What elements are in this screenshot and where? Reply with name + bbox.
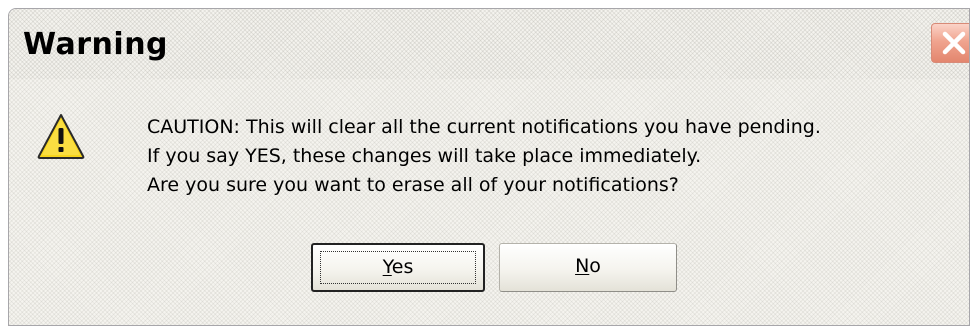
yes-mnemonic: Y bbox=[382, 256, 392, 278]
no-mnemonic: N bbox=[575, 255, 590, 277]
message-line: CAUTION: This will clear all the current… bbox=[147, 116, 821, 138]
close-button[interactable] bbox=[931, 23, 969, 63]
title-bar[interactable]: Warning bbox=[9, 9, 969, 79]
yes-button-label: Yes bbox=[383, 256, 414, 278]
no-button-label: No bbox=[575, 255, 601, 277]
message-line: Are you sure you want to erase all of yo… bbox=[147, 174, 679, 196]
yes-button[interactable]: Yes bbox=[311, 243, 485, 292]
warning-message: CAUTION: This will clear all the current… bbox=[147, 113, 821, 200]
dialog-body: CAUTION: This will clear all the current… bbox=[9, 79, 969, 325]
dialog-title: Warning bbox=[23, 27, 169, 62]
message-line: If you say YES, these changes will take … bbox=[147, 145, 702, 167]
no-label-rest: o bbox=[589, 255, 601, 277]
warning-icon bbox=[37, 114, 85, 159]
no-button[interactable]: No bbox=[499, 243, 677, 292]
yes-label-rest: es bbox=[391, 256, 414, 278]
close-icon bbox=[942, 31, 966, 55]
warning-dialog: Warning CAUTION: This will clear all the… bbox=[8, 8, 970, 326]
